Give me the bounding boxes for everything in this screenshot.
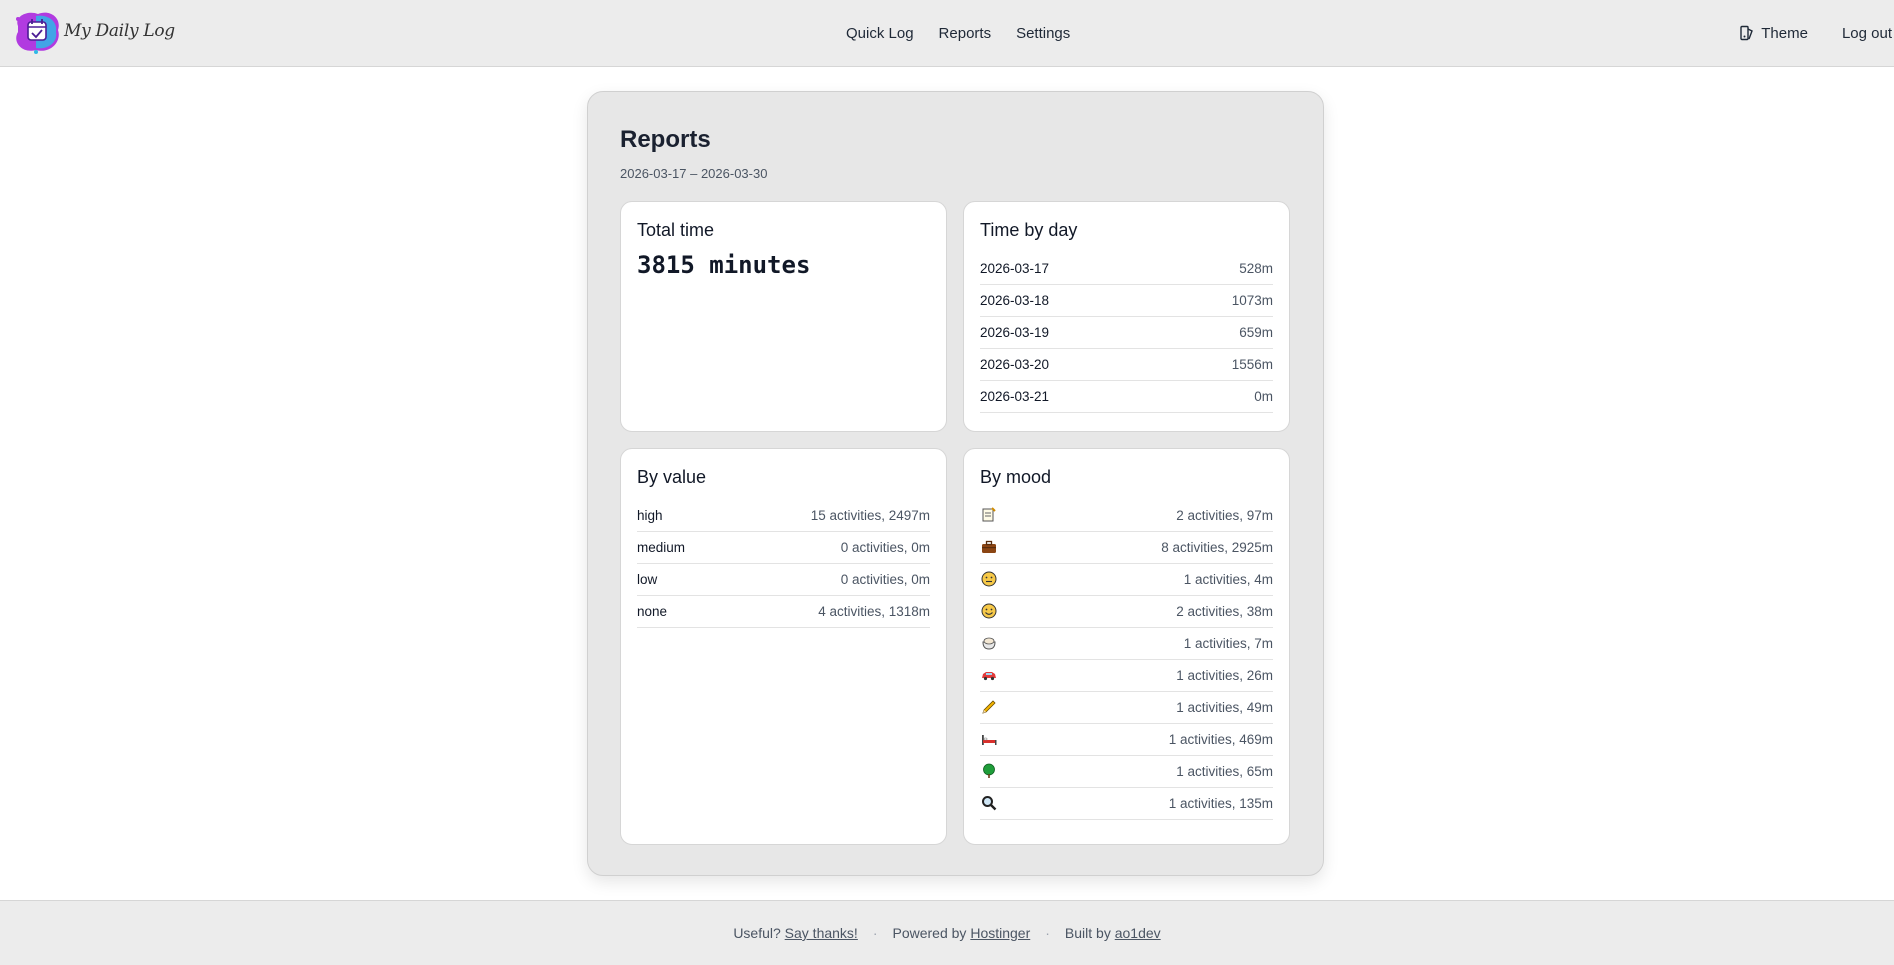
footer-powered-text: Powered by bbox=[892, 925, 967, 941]
mood-summary: 1 activities, 135m bbox=[1168, 795, 1273, 811]
value-summary: 4 activities, 1318m bbox=[818, 603, 930, 619]
theme-label: Theme bbox=[1761, 24, 1808, 42]
bed-icon bbox=[980, 730, 998, 748]
list-item: 1 activities, 26m bbox=[980, 659, 1273, 692]
hostinger-link[interactable]: Hostinger bbox=[970, 925, 1030, 941]
day-date: 2026-03-20 bbox=[980, 356, 1050, 372]
list-item: high 15 activities, 2497m bbox=[637, 499, 930, 532]
total-time-panel: Total time 3815 minutes bbox=[620, 201, 947, 432]
top-navigation-bar: My Daily Log Quick Log Reports Settings … bbox=[0, 0, 1894, 67]
day-minutes: 1556m bbox=[1231, 356, 1273, 372]
memo-icon bbox=[980, 506, 998, 524]
mood-summary: 2 activities, 97m bbox=[1176, 507, 1273, 523]
logout-button[interactable]: Log out bbox=[1842, 25, 1892, 42]
day-date: 2026-03-19 bbox=[980, 324, 1050, 340]
list-item: medium 0 activities, 0m bbox=[637, 531, 930, 564]
smiling-face-icon bbox=[980, 602, 998, 620]
day-minutes: 0m bbox=[1254, 388, 1273, 404]
mood-summary: 1 activities, 7m bbox=[1183, 635, 1273, 651]
value-summary: 15 activities, 2497m bbox=[810, 507, 930, 523]
tree-icon bbox=[980, 762, 998, 780]
mood-summary: 1 activities, 4m bbox=[1183, 571, 1273, 587]
reports-card: Reports 2026-03-17 – 2026-03-30 Total ti… bbox=[587, 91, 1324, 876]
theme-icon bbox=[1740, 25, 1754, 41]
list-item: 1 activities, 135m bbox=[980, 787, 1273, 820]
value-summary: 0 activities, 0m bbox=[840, 571, 930, 587]
list-item: 2026-03-17 528m bbox=[980, 252, 1273, 285]
mood-summary: 1 activities, 49m bbox=[1176, 699, 1273, 715]
footer-separator: · bbox=[872, 925, 878, 941]
header-actions: Theme Log out bbox=[1739, 0, 1894, 66]
day-minutes: 659m bbox=[1239, 324, 1273, 340]
page-title: Reports bbox=[620, 126, 711, 153]
list-item: none 4 activities, 1318m bbox=[637, 595, 930, 628]
list-item: 2 activities, 97m bbox=[980, 499, 1273, 532]
value-label: medium bbox=[637, 539, 686, 555]
day-minutes: 1073m bbox=[1231, 292, 1273, 308]
time-by-day-panel: Time by day 2026-03-17 528m 2026-03-18 107… bbox=[963, 201, 1290, 432]
author-link[interactable]: ao1dev bbox=[1115, 925, 1161, 941]
list-item: 8 activities, 2925m bbox=[980, 531, 1273, 564]
total-time-value: 3815 minutes bbox=[637, 251, 811, 279]
value-label: high bbox=[637, 507, 663, 523]
list-item: 2026-03-20 1556m bbox=[980, 348, 1273, 381]
by-mood-panel: By mood 2 activities, 97m 8 activities, … bbox=[963, 448, 1290, 845]
footer-separator: · bbox=[1045, 925, 1050, 941]
panel-title: Time by day bbox=[980, 220, 1078, 240]
nav-reports[interactable]: Reports bbox=[939, 25, 992, 42]
value-summary: 0 activities, 0m bbox=[840, 539, 930, 555]
list-item: 2026-03-21 0m bbox=[980, 380, 1273, 413]
mood-summary: 8 activities, 2925m bbox=[1161, 539, 1273, 555]
footer: Useful? Say thanks! · Powered by Hosting… bbox=[0, 900, 1894, 965]
mood-summary: 1 activities, 469m bbox=[1168, 731, 1273, 747]
briefcase-icon bbox=[980, 538, 998, 556]
panel-title: By value bbox=[637, 467, 707, 487]
nav-quick-log[interactable]: Quick Log bbox=[846, 25, 914, 42]
magnifier-icon bbox=[980, 794, 998, 812]
list-item: 1 activities, 4m bbox=[980, 563, 1273, 596]
value-label: low bbox=[637, 571, 658, 587]
say-thanks-link[interactable]: Say thanks! bbox=[785, 925, 858, 941]
list-item: 1 activities, 65m bbox=[980, 755, 1273, 788]
mood-summary: 1 activities, 26m bbox=[1176, 667, 1273, 683]
value-label: none bbox=[637, 603, 668, 619]
panel-title: Total time bbox=[637, 220, 715, 240]
day-date: 2026-03-17 bbox=[980, 260, 1050, 276]
mood-summary: 2 activities, 38m bbox=[1176, 603, 1273, 619]
app-logo[interactable]: My Daily Log bbox=[12, 10, 175, 54]
car-icon bbox=[980, 666, 998, 684]
main-nav: Quick Log Reports Settings bbox=[846, 0, 1095, 66]
by-value-panel: By value high 15 activities, 2497m medium… bbox=[620, 448, 947, 845]
list-item: 1 activities, 469m bbox=[980, 723, 1273, 756]
day-date: 2026-03-21 bbox=[980, 388, 1050, 404]
day-minutes: 528m bbox=[1239, 260, 1273, 276]
list-item: 2 activities, 38m bbox=[980, 595, 1273, 628]
list-item: 2026-03-18 1073m bbox=[980, 284, 1273, 317]
app-name: My Daily Log bbox=[64, 21, 175, 41]
list-item: 2026-03-19 659m bbox=[980, 316, 1273, 349]
neutral-face-icon bbox=[980, 570, 998, 588]
panel-title: By mood bbox=[980, 467, 1052, 487]
list-item: low 0 activities, 0m bbox=[637, 563, 930, 596]
calendar-logo-icon bbox=[16, 12, 59, 54]
nav-settings[interactable]: Settings bbox=[1016, 25, 1070, 42]
pencil-icon bbox=[980, 698, 998, 716]
bowl-icon bbox=[980, 634, 998, 652]
day-date: 2026-03-18 bbox=[980, 292, 1050, 308]
theme-button[interactable]: Theme bbox=[1739, 25, 1808, 42]
footer-built-text: Built by bbox=[1064, 925, 1111, 941]
list-item: 1 activities, 7m bbox=[980, 627, 1273, 660]
list-item: 1 activities, 49m bbox=[980, 691, 1273, 724]
footer-useful-text: Useful? bbox=[733, 925, 781, 941]
mood-summary: 1 activities, 65m bbox=[1176, 763, 1273, 779]
date-range: 2026-03-17 – 2026-03-30 bbox=[620, 166, 768, 181]
